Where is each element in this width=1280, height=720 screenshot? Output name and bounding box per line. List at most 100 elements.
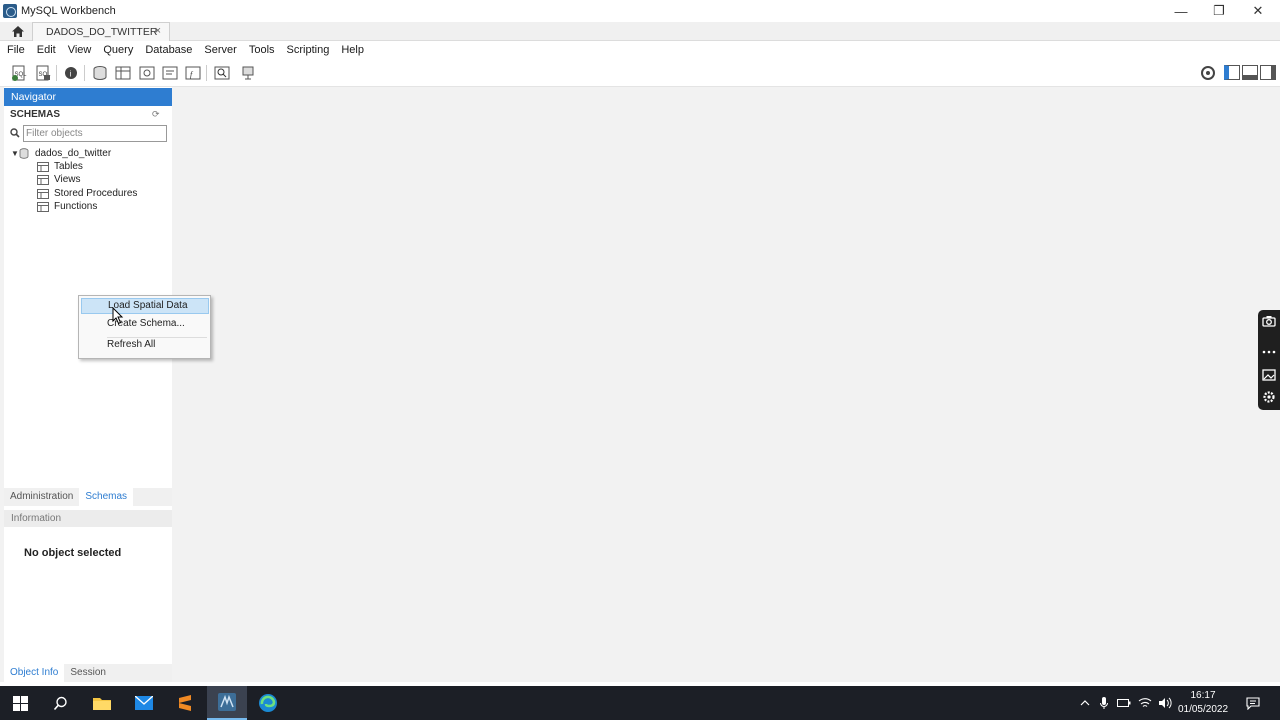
- create-function-button[interactable]: f: [183, 63, 203, 83]
- taskbar-app-orange[interactable]: [165, 686, 205, 720]
- filter-objects-input[interactable]: [23, 125, 167, 142]
- no-object-selected-text: No object selected: [24, 547, 122, 559]
- toggle-sidebar-button[interactable]: [1224, 65, 1240, 80]
- home-tab[interactable]: [8, 23, 28, 40]
- clock-date: 01/05/2022: [1177, 704, 1229, 715]
- procedure-icon: [162, 66, 178, 80]
- tree-item-functions[interactable]: Functions: [37, 200, 97, 213]
- menu-scripting[interactable]: Scripting: [287, 44, 330, 56]
- taskbar-edge[interactable]: [248, 686, 288, 720]
- tray-chevron-up-icon[interactable]: [1078, 696, 1092, 710]
- search-button[interactable]: [40, 686, 80, 720]
- new-sql-tab-button[interactable]: SQL: [9, 63, 29, 83]
- camera-icon: [1262, 316, 1276, 327]
- maximize-button[interactable]: ❐: [1201, 0, 1237, 22]
- battery-icon[interactable]: [1117, 696, 1131, 710]
- gear-icon: [1263, 391, 1275, 403]
- clock-time: 16:17: [1190, 690, 1216, 701]
- main-work-area: [172, 87, 1280, 682]
- tree-item-label: Tables: [54, 161, 83, 172]
- mysql-workbench-icon: [218, 693, 236, 711]
- search-table-data-button[interactable]: [212, 63, 232, 83]
- schema-tree-item[interactable]: ▼ dados_do_twitter: [11, 147, 111, 160]
- capture-settings-button[interactable]: [1261, 389, 1277, 405]
- minimize-button[interactable]: —: [1163, 0, 1199, 22]
- more-options-button[interactable]: [1261, 344, 1277, 360]
- home-icon: [12, 26, 24, 37]
- open-sql-icon: SQL: [36, 65, 51, 81]
- menu-item-load-spatial-data[interactable]: Load Spatial Data: [81, 298, 209, 314]
- create-schema-button[interactable]: [90, 63, 110, 83]
- tree-item-tables[interactable]: Tables: [37, 160, 83, 173]
- tab-administration[interactable]: Administration: [4, 488, 79, 506]
- search-icon: [10, 128, 20, 138]
- database-icon: [93, 66, 107, 80]
- create-table-button[interactable]: [113, 63, 133, 83]
- windows-logo-icon: [12, 695, 28, 711]
- start-button[interactable]: [0, 686, 40, 720]
- system-clock[interactable]: 16:17 01/05/2022: [1172, 689, 1234, 717]
- close-icon: ✕: [1252, 3, 1264, 18]
- more-dots-icon: [1262, 350, 1276, 354]
- mail-icon: [135, 696, 153, 710]
- function-icon: f: [185, 66, 201, 80]
- connection-tab-label: DADOS_DO_TWITTER: [46, 26, 158, 38]
- information-header: Information: [4, 510, 172, 527]
- tables-folder-icon: [37, 161, 49, 172]
- toggle-secondary-sidebar-button[interactable]: [1260, 65, 1276, 80]
- create-view-button[interactable]: [137, 63, 157, 83]
- notifications-icon[interactable]: [1246, 696, 1260, 710]
- menu-query[interactable]: Query: [103, 44, 133, 56]
- menu-bar: File Edit View Query Database Server Too…: [0, 41, 1280, 59]
- menu-server[interactable]: Server: [204, 44, 236, 56]
- tree-item-stored-procedures[interactable]: Stored Procedures: [37, 187, 137, 200]
- tab-object-info[interactable]: Object Info: [4, 664, 65, 682]
- microphone-icon[interactable]: [1097, 696, 1111, 710]
- edge-icon: [259, 694, 277, 712]
- menu-item-refresh-all[interactable]: Refresh All: [81, 337, 209, 353]
- navigator-header: Navigator: [4, 88, 172, 106]
- context-menu: Load Spatial Data Create Schema... Refre…: [78, 295, 211, 359]
- mysql-workbench-icon: [3, 4, 17, 18]
- windows-taskbar: 16:17 01/05/2022: [0, 686, 1280, 720]
- open-sql-script-button[interactable]: SQL: [33, 63, 53, 83]
- sublime-icon: [179, 695, 191, 711]
- gallery-icon: [1262, 369, 1276, 381]
- svg-text:i: i: [70, 70, 72, 79]
- menu-help[interactable]: Help: [341, 44, 364, 56]
- capture-button[interactable]: [1261, 313, 1277, 329]
- taskbar-mysql-workbench[interactable]: [207, 686, 247, 720]
- close-tab-icon[interactable]: ×: [155, 25, 161, 37]
- table-icon: [115, 66, 131, 80]
- volume-icon[interactable]: [1158, 696, 1172, 710]
- expand-arrow-icon[interactable]: ▼: [11, 149, 19, 158]
- tree-item-views[interactable]: Views: [37, 173, 81, 186]
- connection-tab-bar: DADOS_DO_TWITTER ×: [0, 22, 1280, 41]
- tree-item-label: Views: [54, 174, 81, 185]
- menu-item-create-schema[interactable]: Create Schema...: [81, 316, 209, 332]
- info-tab-bar: Object Info Session: [4, 664, 172, 682]
- create-procedure-button[interactable]: [160, 63, 180, 83]
- reconnect-button[interactable]: [239, 63, 259, 83]
- preferences-button[interactable]: [1198, 63, 1218, 83]
- refresh-schemas-icon[interactable]: ⟳: [152, 109, 160, 120]
- floating-capture-bar: [1258, 310, 1280, 410]
- connection-tab[interactable]: DADOS_DO_TWITTER ×: [32, 22, 170, 41]
- minimize-icon: —: [1174, 3, 1188, 19]
- tab-schemas[interactable]: Schemas: [79, 488, 134, 506]
- menu-edit[interactable]: Edit: [37, 44, 56, 56]
- menu-view[interactable]: View: [68, 44, 92, 56]
- wifi-icon[interactable]: [1138, 696, 1152, 710]
- close-window-button[interactable]: ✕: [1240, 0, 1276, 22]
- tree-item-label: Stored Procedures: [54, 188, 138, 199]
- connection-info-button[interactable]: i: [61, 63, 81, 83]
- menu-tools[interactable]: Tools: [249, 44, 275, 56]
- menu-file[interactable]: File: [7, 44, 25, 56]
- gallery-button[interactable]: [1261, 367, 1277, 383]
- toggle-output-button[interactable]: [1242, 65, 1258, 80]
- tab-session[interactable]: Session: [64, 664, 112, 682]
- gear-icon: [1201, 66, 1215, 80]
- taskbar-mail[interactable]: [124, 686, 164, 720]
- taskbar-file-explorer[interactable]: [82, 686, 122, 720]
- menu-database[interactable]: Database: [145, 44, 192, 56]
